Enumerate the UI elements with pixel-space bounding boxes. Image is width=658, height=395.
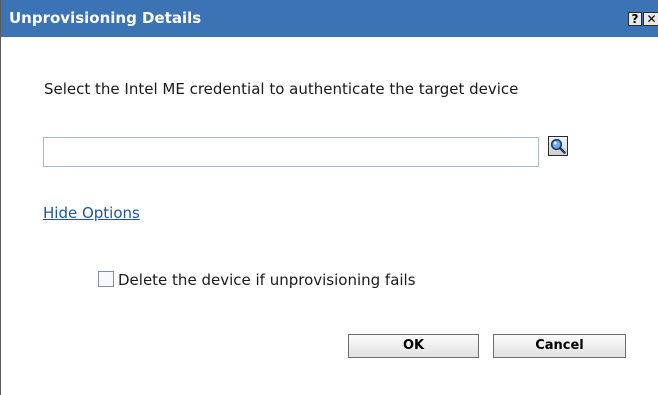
delete-device-checkbox[interactable] [98, 271, 114, 287]
ok-button[interactable]: OK [348, 334, 479, 358]
help-button[interactable]: ? [628, 12, 642, 26]
cancel-button[interactable]: Cancel [493, 334, 626, 358]
credential-prompt: Select the Intel ME credential to authen… [44, 80, 519, 98]
credential-search-button[interactable] [548, 136, 568, 156]
close-button[interactable]: ✕ [643, 12, 658, 26]
unprovisioning-dialog: Unprovisioning Details ? ✕ Select the In… [0, 0, 658, 395]
delete-device-label[interactable]: Delete the device if unprovisioning fail… [118, 271, 416, 289]
hide-options-link[interactable]: Hide Options [43, 204, 140, 222]
dialog-title: Unprovisioning Details [9, 9, 202, 27]
title-bar: Unprovisioning Details ? ✕ [1, 0, 658, 37]
magnifier-icon [550, 138, 566, 154]
credential-input[interactable] [43, 137, 539, 167]
